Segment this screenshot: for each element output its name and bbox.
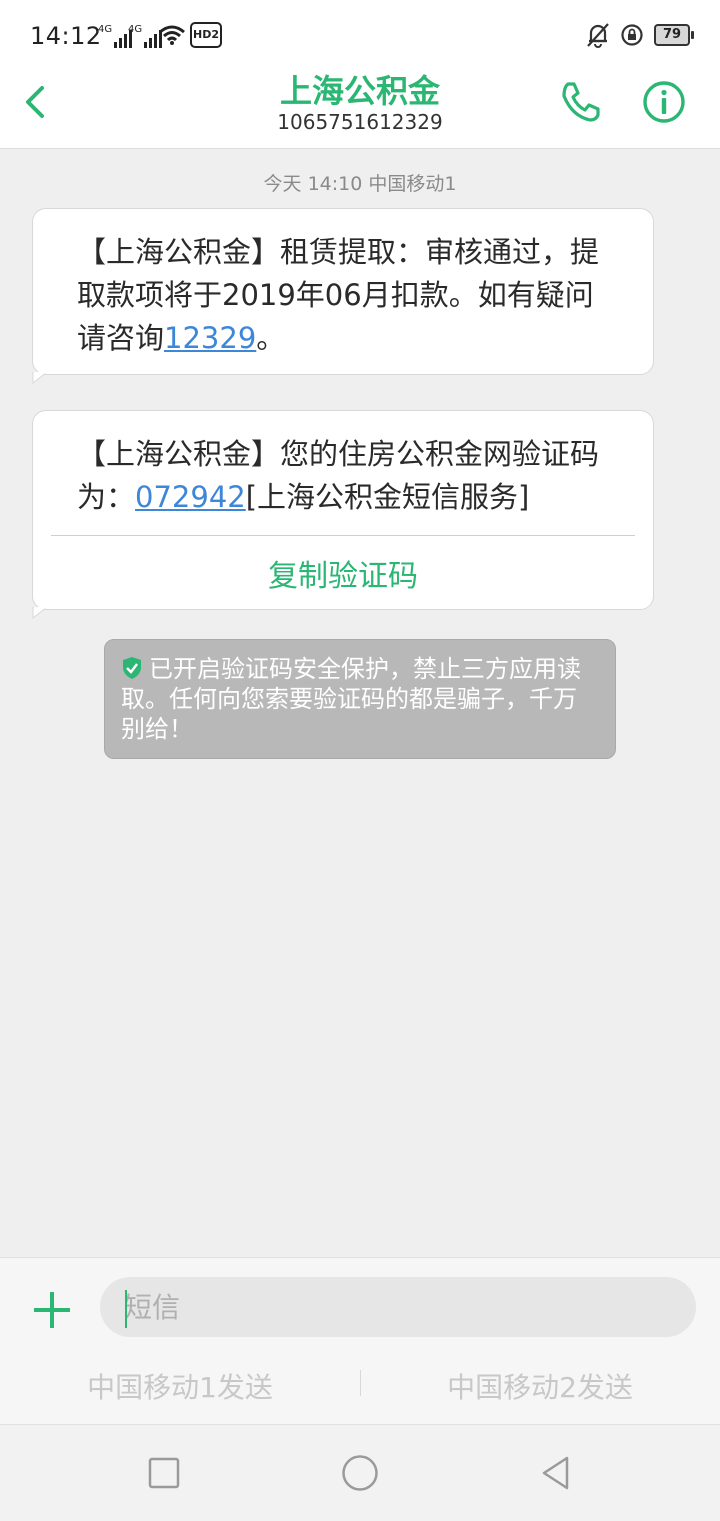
status-bar: 14:12 4G 4G HD2 79 [0,0,720,70]
phone-icon[interactable] [556,76,604,126]
phone-link[interactable]: 12329 [164,321,256,355]
add-icon[interactable] [30,1288,74,1332]
hd-voice-icon: HD2 [190,22,222,48]
navigation-bar [0,1424,720,1521]
message-bubble[interactable]: 【上海公积金】租赁提取：审核通过，提取款项将于2019年06月扣款。如有疑问请咨… [32,208,654,384]
status-time: 14:12 [30,22,102,50]
battery-icon: 79 [654,24,694,46]
message-bubble[interactable]: 【上海公积金】您的住房公积金网验证码为：072942[上海公积金短信服务] 复制… [32,410,654,619]
recents-icon[interactable] [144,1453,184,1493]
message-text: 【上海公积金】您的住房公积金网验证码为：072942[上海公积金短信服务] [77,437,600,514]
contact-number: 1065751612329 [277,110,443,134]
message-input[interactable] [100,1277,696,1337]
bubble-divider [51,535,635,536]
back-triangle-icon[interactable] [536,1453,576,1493]
security-notice: 已开启验证码安全保护，禁止三方应用读取。任何向您索要验证码的都是骗子，千万别给！ [104,639,616,759]
home-icon[interactable] [340,1453,380,1493]
mute-bell-icon [587,23,609,48]
conversation-header: 上海公积金 1065751612329 [0,70,720,149]
send-sim2-button[interactable]: 中国移动2发送 [360,1366,720,1406]
wifi-icon [159,25,185,45]
text-caret [125,1290,127,1328]
bubble-tail [32,372,48,384]
signal-2-icon: 4G [128,24,163,48]
contact-name: 上海公积金 [279,72,440,110]
shield-check-icon [123,657,141,679]
info-icon[interactable] [640,78,688,126]
rotation-lock-icon [621,24,643,46]
status-right: 79 [586,22,694,48]
bubble-tail [32,607,48,619]
send-sim1-button[interactable]: 中国移动1发送 [0,1366,360,1406]
message-timestamp: 今天 14:10 中国移动1 [263,173,457,195]
security-notice-text: 已开启验证码安全保护，禁止三方应用读取。任何向您索要验证码的都是骗子，千万别给！ [121,655,581,743]
verification-code-link[interactable]: 072942 [135,480,246,514]
message-text: 【上海公积金】租赁提取：审核通过，提取款项将于2019年06月扣款。如有疑问请咨… [77,235,600,355]
copy-code-button[interactable]: 复制验证码 [33,551,653,595]
signal-1-icon: 4G [98,24,133,48]
compose-bar: 中国移动1发送 中国移动2发送 [0,1257,720,1424]
